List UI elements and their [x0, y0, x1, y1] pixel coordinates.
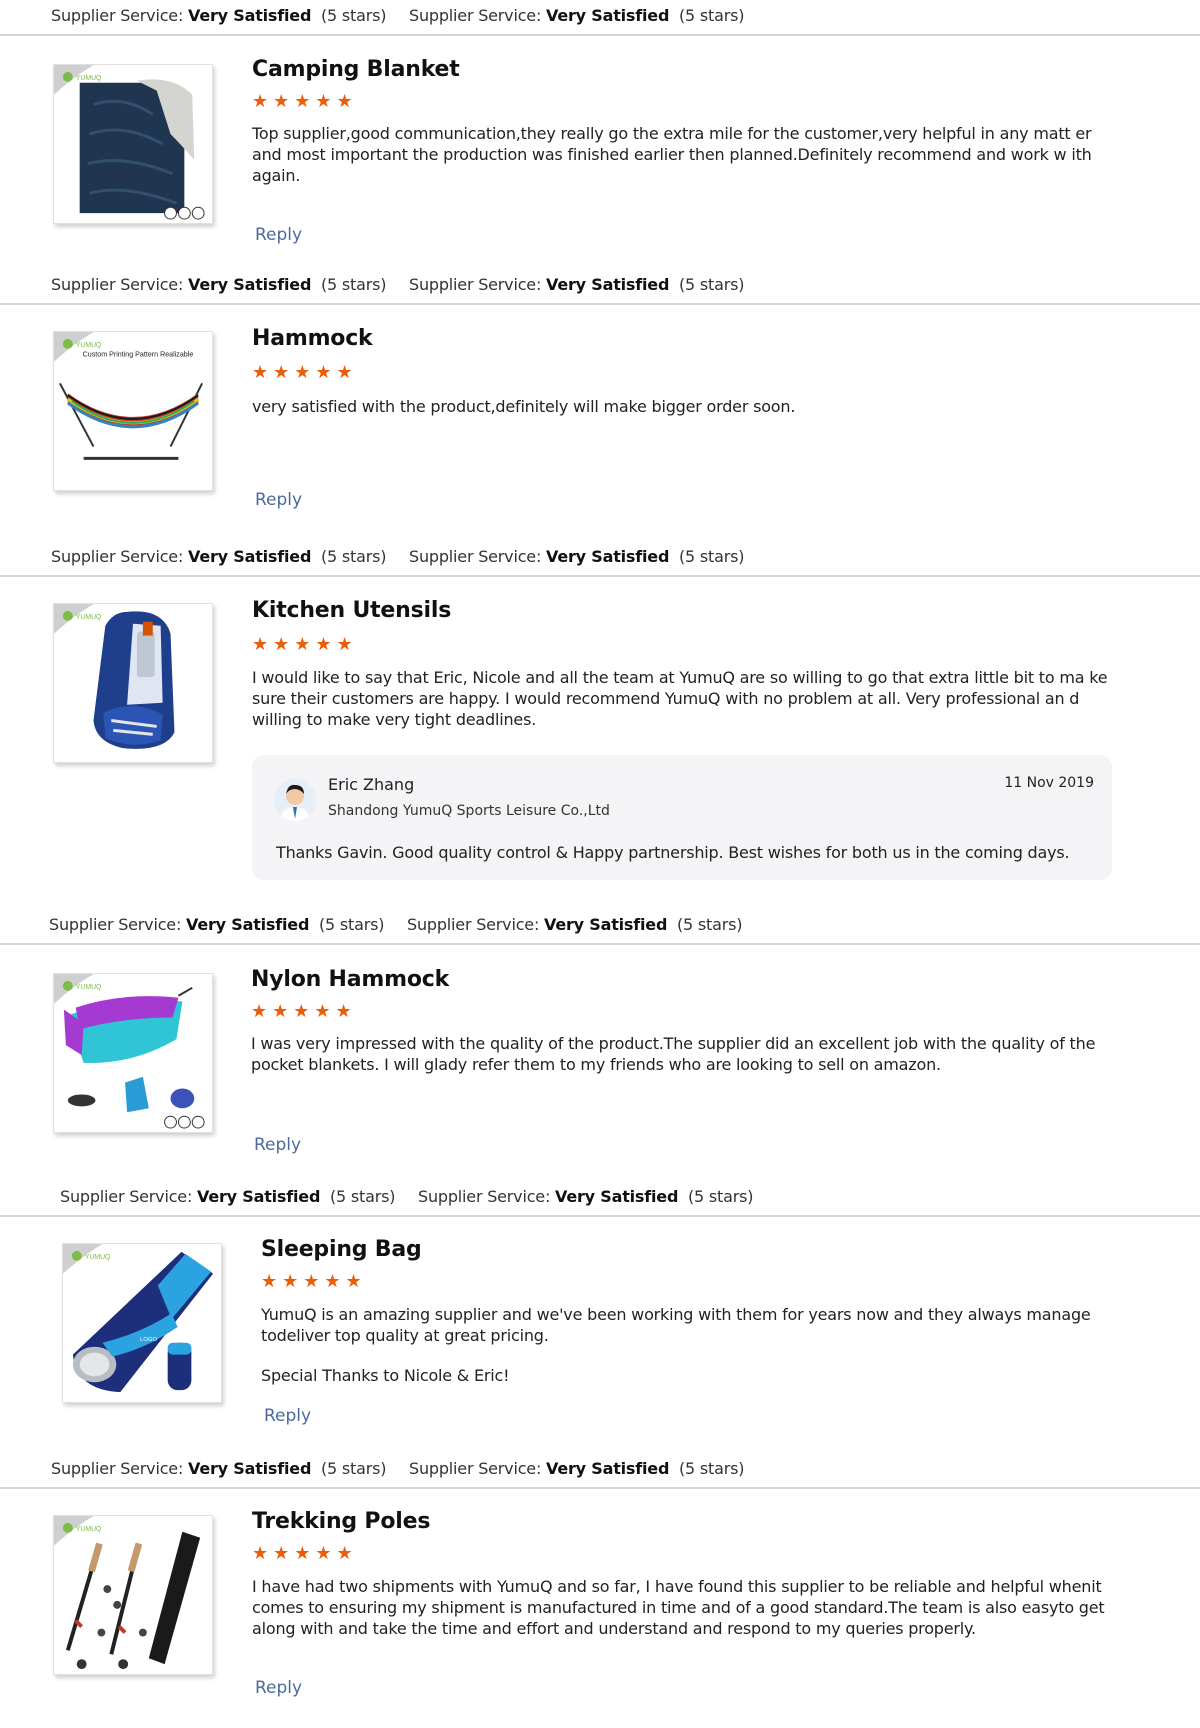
supplier-service-rating: Supplier Service: Very Satisfied (5 star… [407, 915, 743, 934]
star-rating-icon: ★★★★★ [261, 1271, 367, 1292]
review-title: Camping Blanket [252, 57, 460, 82]
review-title: Sleeping Bag [261, 1237, 422, 1262]
star-rating-icon: ★★★★★ [252, 634, 358, 655]
hammock-image: YUMUQ Custom Printing Pattern Realizable [53, 331, 213, 491]
supplier-service-row: Supplier Service: Very Satisfied (5 star… [0, 909, 1200, 945]
responder-company: Shandong YumuQ Sports Leisure Co.,Ltd [328, 803, 610, 819]
reply-link[interactable]: Reply [255, 490, 302, 510]
review-text: I was very impressed with the quality of… [251, 1034, 1096, 1074]
reply-link[interactable]: Reply [264, 1406, 311, 1426]
review-text: Top supplier,good communication,they rea… [252, 124, 1092, 185]
responder-name: Eric Zhang [328, 775, 415, 794]
star-rating-icon: ★★★★★ [251, 1001, 357, 1022]
camping-blanket-image: YUMUQ [53, 64, 213, 224]
divider [0, 34, 1200, 36]
review-text: YumuQ is an amazing supplier and we've b… [261, 1305, 1091, 1385]
review-text: I would like to say that Eric, Nicole an… [252, 668, 1108, 729]
review-title: Nylon Hammock [251, 967, 450, 992]
divider [0, 1487, 1200, 1489]
supplier-service-row: Supplier Service: Very Satisfied (5 star… [0, 269, 1200, 305]
trekking-poles-image: YUMUQ [53, 1515, 213, 1675]
nylon-hammock-image: YUMUQ [53, 973, 213, 1133]
review-title: Hammock [252, 326, 373, 351]
sleeping-bag-image: YUMUQ LOGO [62, 1243, 222, 1403]
supplier-service-rating: Supplier Service: Very Satisfied (5 star… [51, 547, 387, 566]
supplier-service-rating: Supplier Service: Very Satisfied (5 star… [51, 1459, 387, 1478]
divider [0, 575, 1200, 577]
supplier-service-row: Supplier Service: Very Satisfied (5 star… [0, 1181, 1200, 1217]
review-title: Kitchen Utensils [252, 598, 452, 623]
supplier-service-rating: Supplier Service: Very Satisfied (5 star… [49, 915, 385, 934]
supplier-service-rating: Supplier Service: Very Satisfied (5 star… [409, 275, 745, 294]
svg-text:YUMUQ: YUMUQ [76, 342, 102, 349]
review-text: I have had two shipments with YumuQ and … [252, 1577, 1105, 1638]
svg-text:YUMUQ: YUMUQ [76, 75, 102, 82]
supplier-service-row: Supplier Service: Very Satisfied (5 star… [0, 1453, 1200, 1489]
reply-link[interactable]: Reply [255, 225, 302, 245]
svg-text:YUMUQ: YUMUQ [85, 1254, 111, 1261]
divider [0, 943, 1200, 945]
response-text: Thanks Gavin. Good quality control & Hap… [276, 843, 1070, 862]
star-rating-icon: ★★★★★ [252, 362, 358, 383]
response-date: 11 Nov 2019 [1004, 775, 1094, 791]
image-caption: Custom Printing Pattern Realizable [83, 351, 194, 359]
supplier-service-rating: Supplier Service: Very Satisfied (5 star… [409, 547, 745, 566]
svg-text:YUMUQ: YUMUQ [76, 614, 102, 621]
star-rating-icon: ★★★★★ [252, 91, 358, 112]
supplier-service-rating: Supplier Service: Very Satisfied (5 star… [418, 1187, 754, 1206]
svg-text:YUMUQ: YUMUQ [76, 984, 102, 991]
reply-link[interactable]: Reply [254, 1135, 301, 1155]
reply-link[interactable]: Reply [255, 1678, 302, 1698]
supplier-service-row: Supplier Service: Very Satisfied (5 star… [0, 541, 1200, 577]
supplier-service-rating: Supplier Service: Very Satisfied (5 star… [409, 6, 745, 25]
kitchen-utensils-image: YUMUQ [53, 603, 213, 763]
svg-text:YUMUQ: YUMUQ [76, 1526, 102, 1533]
supplier-response: Eric Zhang Shandong YumuQ Sports Leisure… [252, 755, 1112, 880]
supplier-service-rating: Supplier Service: Very Satisfied (5 star… [409, 1459, 745, 1478]
avatar [274, 779, 316, 821]
star-rating-icon: ★★★★★ [252, 1543, 358, 1564]
supplier-service-rating: Supplier Service: Very Satisfied (5 star… [51, 275, 387, 294]
divider [0, 303, 1200, 305]
supplier-service-row: Supplier Service: Very Satisfied (5 star… [0, 0, 1200, 36]
supplier-service-rating: Supplier Service: Very Satisfied (5 star… [51, 6, 387, 25]
supplier-service-rating: Supplier Service: Very Satisfied (5 star… [60, 1187, 396, 1206]
review-title: Trekking Poles [252, 1509, 431, 1534]
image-label: LOGO [140, 1337, 157, 1343]
review-text: very satisfied with the product,definite… [252, 397, 796, 416]
divider [0, 1215, 1200, 1217]
